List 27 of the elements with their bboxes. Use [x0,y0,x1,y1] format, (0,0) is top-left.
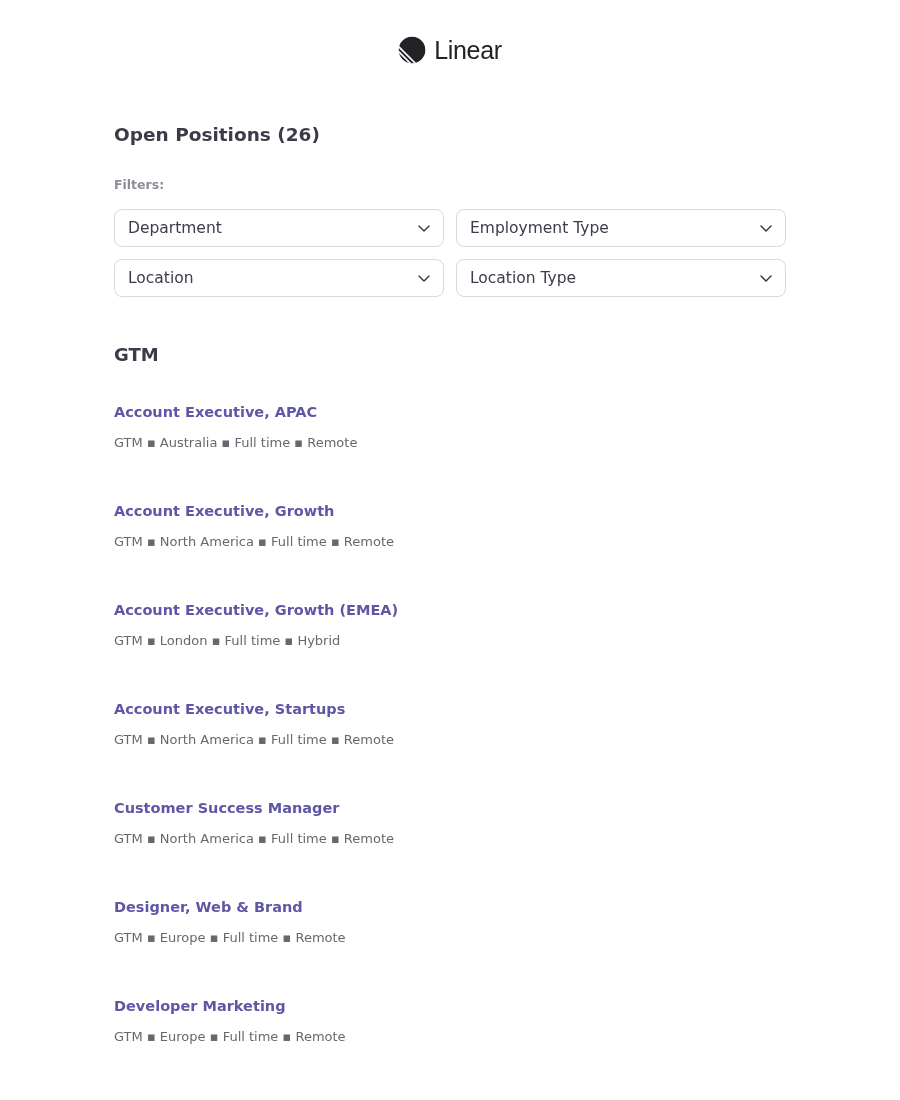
filters-label: Filters: [114,176,165,194]
section-heading: GTM [114,343,159,367]
job-details: GTM ▪ Europe ▪ Full time ▪ Remote [114,929,346,947]
filter-dropdown[interactable]: Department [114,209,444,247]
chevron-down-icon [760,224,772,232]
job-title-link[interactable]: Account Executive, Growth (EMEA) [114,598,399,622]
job-title-link[interactable]: Account Executive, Startups [114,697,346,721]
job-details: GTM ▪ Europe ▪ Full time ▪ Remote [114,1028,346,1046]
chevron-down-icon [418,274,430,282]
job-title-link[interactable]: Account Executive, APAC [114,400,318,424]
job-details: GTM ▪ North America ▪ Full time ▪ Remote [114,533,394,551]
job-title-link[interactable]: Developer Marketing [114,994,286,1018]
filter-dropdown[interactable]: Location [114,259,444,297]
job-details: GTM ▪ North America ▪ Full time ▪ Remote [114,731,394,749]
job-title-link[interactable]: Customer Success Manager [114,796,340,820]
job-details: GTM ▪ Australia ▪ Full time ▪ Remote [114,434,358,452]
logo-wordmark: Linear [434,36,502,64]
job-title-link[interactable]: Designer, Web & Brand [114,895,303,919]
chevron-down-icon [760,274,772,282]
job-title-link[interactable]: Account Executive, Growth [114,499,335,523]
job-details: GTM ▪ North America ▪ Full time ▪ Remote [114,830,394,848]
chevron-down-icon [418,224,430,232]
logo-icon [398,36,427,64]
filter-dropdown[interactable]: Location Type [456,259,786,297]
filter-dropdown[interactable]: Employment Type [456,209,786,247]
job-details: GTM ▪ London ▪ Full time ▪ Hybrid [114,632,341,650]
page-heading: Open Positions (26) [114,123,320,147]
